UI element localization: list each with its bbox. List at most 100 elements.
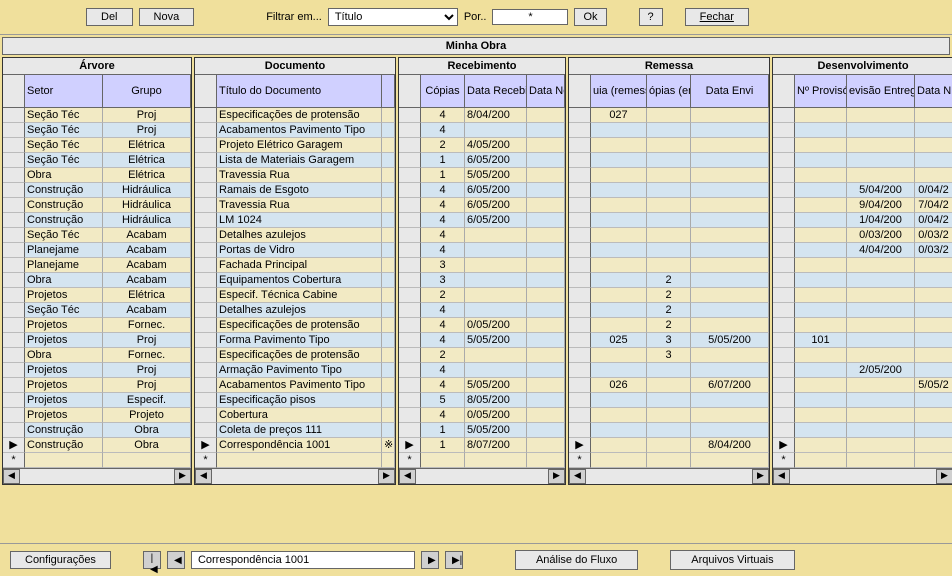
cell[interactable]: 5/05/2	[915, 378, 952, 393]
cell[interactable]	[569, 243, 591, 258]
table-row[interactable]: 46/05/200	[399, 183, 565, 198]
cell[interactable]	[691, 243, 769, 258]
cell[interactable]: Elétrica	[103, 288, 191, 303]
cell[interactable]: Travessia Rua	[217, 198, 382, 213]
cell[interactable]	[795, 378, 847, 393]
table-row[interactable]: 15/05/200	[399, 423, 565, 438]
cell[interactable]	[399, 138, 421, 153]
cell[interactable]: 8/04/200	[465, 108, 527, 123]
cell[interactable]: 4	[421, 303, 465, 318]
scroll-track[interactable]	[416, 470, 548, 483]
cell[interactable]	[195, 378, 217, 393]
cell[interactable]: Especif. Técnica Cabine	[217, 288, 382, 303]
cell[interactable]: Projeto	[103, 408, 191, 423]
table-row[interactable]: Especificações de protensão	[195, 108, 395, 123]
table-row[interactable]: Travessia Rua	[195, 168, 395, 183]
cell[interactable]	[691, 318, 769, 333]
table-row[interactable]: Seção TécElétrica	[3, 153, 191, 168]
cell[interactable]	[795, 318, 847, 333]
cell[interactable]: *	[773, 453, 795, 468]
table-row[interactable]: 4	[399, 123, 565, 138]
cell[interactable]	[795, 438, 847, 453]
scroll-left-icon[interactable]: ◀	[195, 469, 212, 484]
scroll-left-icon[interactable]: ◀	[3, 469, 20, 484]
cell[interactable]	[915, 123, 952, 138]
cell[interactable]: Fornec.	[103, 318, 191, 333]
cell[interactable]: Detalhes azulejos	[217, 228, 382, 243]
cell[interactable]	[591, 273, 647, 288]
cell[interactable]: Construção	[25, 438, 103, 453]
cell[interactable]	[691, 168, 769, 183]
cell[interactable]	[847, 333, 915, 348]
cell[interactable]	[795, 183, 847, 198]
cell[interactable]	[3, 318, 25, 333]
cell[interactable]: 2	[647, 303, 691, 318]
cell[interactable]	[399, 108, 421, 123]
new-row[interactable]: *	[399, 453, 565, 468]
cell[interactable]	[527, 123, 565, 138]
cell[interactable]	[399, 363, 421, 378]
table-row[interactable]: 2	[569, 288, 769, 303]
cell[interactable]	[569, 393, 591, 408]
table-row[interactable]: 4	[399, 228, 565, 243]
table-row[interactable]: LM 1024	[195, 213, 395, 228]
cell[interactable]	[527, 393, 565, 408]
column-header[interactable]: evisão Entreg	[847, 75, 915, 107]
cell[interactable]	[647, 198, 691, 213]
scroll-track[interactable]	[586, 470, 752, 483]
column-header[interactable]	[3, 75, 25, 107]
cell[interactable]: 6/05/200	[465, 153, 527, 168]
cell[interactable]: Projetos	[25, 318, 103, 333]
cell[interactable]: Projetos	[25, 378, 103, 393]
cell[interactable]	[3, 183, 25, 198]
cell[interactable]	[399, 333, 421, 348]
cell[interactable]: Obra	[103, 438, 191, 453]
table-row[interactable]: Equipamentos Cobertura	[195, 273, 395, 288]
nav-next[interactable]: ▶	[421, 551, 439, 569]
cell[interactable]: Ramais de Esgoto	[217, 183, 382, 198]
por-input[interactable]	[492, 9, 568, 25]
cell[interactable]	[382, 213, 395, 228]
cell[interactable]	[915, 408, 952, 423]
table-row[interactable]: 2	[399, 288, 565, 303]
cell[interactable]	[847, 168, 915, 183]
cell[interactable]	[382, 423, 395, 438]
cell[interactable]	[465, 228, 527, 243]
cell[interactable]: 5/05/200	[465, 423, 527, 438]
arquivos-button[interactable]: Arquivos Virtuais	[670, 550, 794, 570]
cell[interactable]	[773, 303, 795, 318]
table-row[interactable]: 40/05/200	[399, 318, 565, 333]
table-row[interactable]: 24/05/200	[399, 138, 565, 153]
analise-button[interactable]: Análise do Fluxo	[515, 550, 638, 570]
cell[interactable]	[195, 288, 217, 303]
h-scrollbar[interactable]: ◀▶	[399, 468, 565, 484]
cell[interactable]	[527, 423, 565, 438]
cell[interactable]	[382, 183, 395, 198]
cell[interactable]	[591, 438, 647, 453]
cell[interactable]	[591, 198, 647, 213]
table-row[interactable]	[773, 288, 952, 303]
cell[interactable]	[3, 408, 25, 423]
cell[interactable]: 0/05/200	[465, 408, 527, 423]
cell[interactable]	[591, 258, 647, 273]
cell[interactable]	[773, 288, 795, 303]
cell[interactable]	[915, 108, 952, 123]
nova-button[interactable]: Nova	[139, 8, 195, 26]
cell[interactable]	[465, 348, 527, 363]
table-row[interactable]: 2	[569, 318, 769, 333]
ok-button[interactable]: Ok	[574, 8, 606, 26]
table-row[interactable]: 5/04/2000/04/2	[773, 183, 952, 198]
help-button[interactable]: ?	[639, 8, 663, 26]
table-row[interactable]: 5/05/2	[773, 378, 952, 393]
cell[interactable]	[591, 153, 647, 168]
table-row[interactable]: 101	[773, 333, 952, 348]
table-row[interactable]	[773, 168, 952, 183]
cell[interactable]	[691, 273, 769, 288]
nav-prev[interactable]: ◀	[167, 551, 185, 569]
table-row[interactable]: ProjetosProj	[3, 363, 191, 378]
cell[interactable]	[527, 168, 565, 183]
cell[interactable]	[382, 288, 395, 303]
cell[interactable]	[195, 408, 217, 423]
cell[interactable]	[647, 183, 691, 198]
table-row[interactable]	[569, 393, 769, 408]
